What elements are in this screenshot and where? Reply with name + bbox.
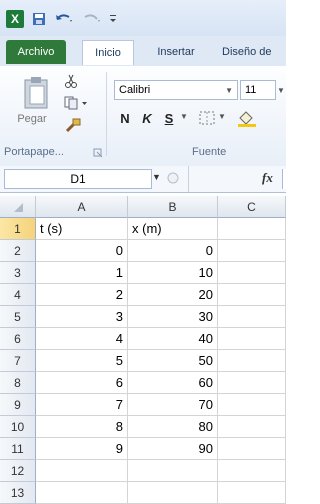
- cell-a[interactable]: 1: [36, 262, 128, 284]
- row-header[interactable]: 4: [0, 284, 36, 306]
- row-header[interactable]: 13: [0, 482, 36, 504]
- row-header[interactable]: 9: [0, 394, 36, 416]
- paste-button[interactable]: Pegar: [12, 112, 52, 126]
- font-group-label: Fuente: [192, 146, 227, 158]
- italic-button[interactable]: K: [138, 108, 156, 128]
- row-header[interactable]: 1: [0, 218, 36, 240]
- cell-a[interactable]: [36, 460, 128, 482]
- chevron-down-icon[interactable]: ▼: [152, 172, 166, 186]
- chevron-down-icon[interactable]: ▼: [218, 112, 228, 124]
- cell-c[interactable]: [218, 306, 286, 328]
- clipboard-group-label: Portapape...: [4, 146, 64, 158]
- cell-a[interactable]: 9: [36, 438, 128, 460]
- tab-page-layout[interactable]: Diseño de: [222, 40, 286, 64]
- cell-c[interactable]: [218, 284, 286, 306]
- cell-c[interactable]: [218, 240, 286, 262]
- cell-b[interactable]: 10: [128, 262, 218, 284]
- cut-icon[interactable]: [64, 74, 78, 88]
- cell-c[interactable]: [218, 328, 286, 350]
- cell-c[interactable]: [218, 460, 286, 482]
- cell-a[interactable]: t (s): [36, 218, 128, 240]
- borders-icon[interactable]: [198, 110, 216, 126]
- bold-button[interactable]: N: [116, 108, 134, 128]
- cell-b[interactable]: 80: [128, 416, 218, 438]
- row-header[interactable]: 10: [0, 416, 36, 438]
- dialog-launcher-icon[interactable]: [92, 146, 104, 158]
- formula-input[interactable]: [282, 169, 287, 189]
- row-header[interactable]: 2: [0, 240, 36, 262]
- select-all-corner[interactable]: [0, 196, 36, 218]
- copy-icon[interactable]: [64, 96, 90, 110]
- cell-b[interactable]: 70: [128, 394, 218, 416]
- column-header-b[interactable]: B: [128, 196, 218, 218]
- row-header[interactable]: 12: [0, 460, 36, 482]
- cell-a[interactable]: 2: [36, 284, 128, 306]
- tab-home[interactable]: Inicio: [82, 40, 134, 65]
- font-name-value: Calibri: [119, 84, 151, 96]
- cell-c[interactable]: [218, 438, 286, 460]
- font-size-value: 11: [245, 84, 257, 96]
- format-painter-icon[interactable]: [64, 116, 82, 134]
- cell-a[interactable]: 0: [36, 240, 128, 262]
- excel-app-icon[interactable]: X: [6, 10, 24, 28]
- fill-color-icon[interactable]: [236, 108, 260, 128]
- cell-c[interactable]: [218, 482, 286, 504]
- row-header[interactable]: 8: [0, 372, 36, 394]
- row-header[interactable]: 11: [0, 438, 36, 460]
- cell-b[interactable]: 90: [128, 438, 218, 460]
- row-header[interactable]: 7: [0, 350, 36, 372]
- tab-file[interactable]: Archivo: [6, 40, 66, 64]
- cell-c[interactable]: [218, 372, 286, 394]
- cell-a[interactable]: 7: [36, 394, 128, 416]
- font-size-select[interactable]: 11: [240, 80, 276, 100]
- column-header-a[interactable]: A: [36, 196, 128, 218]
- undo-icon[interactable]: [52, 10, 76, 28]
- column-header-c[interactable]: C: [218, 196, 286, 218]
- cell-a[interactable]: 3: [36, 306, 128, 328]
- cell-b[interactable]: [128, 482, 218, 504]
- chevron-down-icon: ▼: [225, 85, 233, 95]
- chevron-down-icon[interactable]: ▼: [180, 112, 190, 124]
- chevron-down-icon[interactable]: ▼: [277, 80, 286, 100]
- row-header[interactable]: 6: [0, 328, 36, 350]
- redo-icon[interactable]: [80, 10, 104, 28]
- name-box-value: D1: [70, 172, 86, 186]
- row-header[interactable]: 3: [0, 262, 36, 284]
- cell-a[interactable]: 8: [36, 416, 128, 438]
- cell-b[interactable]: 40: [128, 328, 218, 350]
- cell-b[interactable]: 0: [128, 240, 218, 262]
- font-name-select[interactable]: Calibri ▼: [114, 80, 238, 100]
- cell-b[interactable]: 20: [128, 284, 218, 306]
- name-box[interactable]: D1: [4, 169, 152, 189]
- save-icon[interactable]: [30, 10, 48, 28]
- cell-b[interactable]: [128, 460, 218, 482]
- underline-button[interactable]: S: [160, 108, 178, 128]
- divider: [188, 166, 189, 192]
- paste-icon[interactable]: [20, 76, 56, 110]
- row-header[interactable]: 5: [0, 306, 36, 328]
- cell-b[interactable]: 60: [128, 372, 218, 394]
- insert-function-icon[interactable]: fx: [262, 170, 282, 188]
- cell-a[interactable]: 5: [36, 350, 128, 372]
- cell-a[interactable]: [36, 482, 128, 504]
- cell-c[interactable]: [218, 218, 286, 240]
- cell-a[interactable]: 6: [36, 372, 128, 394]
- cell-b[interactable]: 50: [128, 350, 218, 372]
- cancel-entry-icon: [166, 171, 180, 185]
- group-divider: [106, 72, 107, 156]
- cell-c[interactable]: [218, 262, 286, 284]
- cell-b[interactable]: 30: [128, 306, 218, 328]
- tab-insert[interactable]: Insertar: [146, 40, 206, 64]
- qa-customize-icon[interactable]: [106, 10, 120, 28]
- cell-c[interactable]: [218, 394, 286, 416]
- cell-c[interactable]: [218, 416, 286, 438]
- cell-c[interactable]: [218, 350, 286, 372]
- cell-a[interactable]: 4: [36, 328, 128, 350]
- cell-b[interactable]: x (m): [128, 218, 218, 240]
